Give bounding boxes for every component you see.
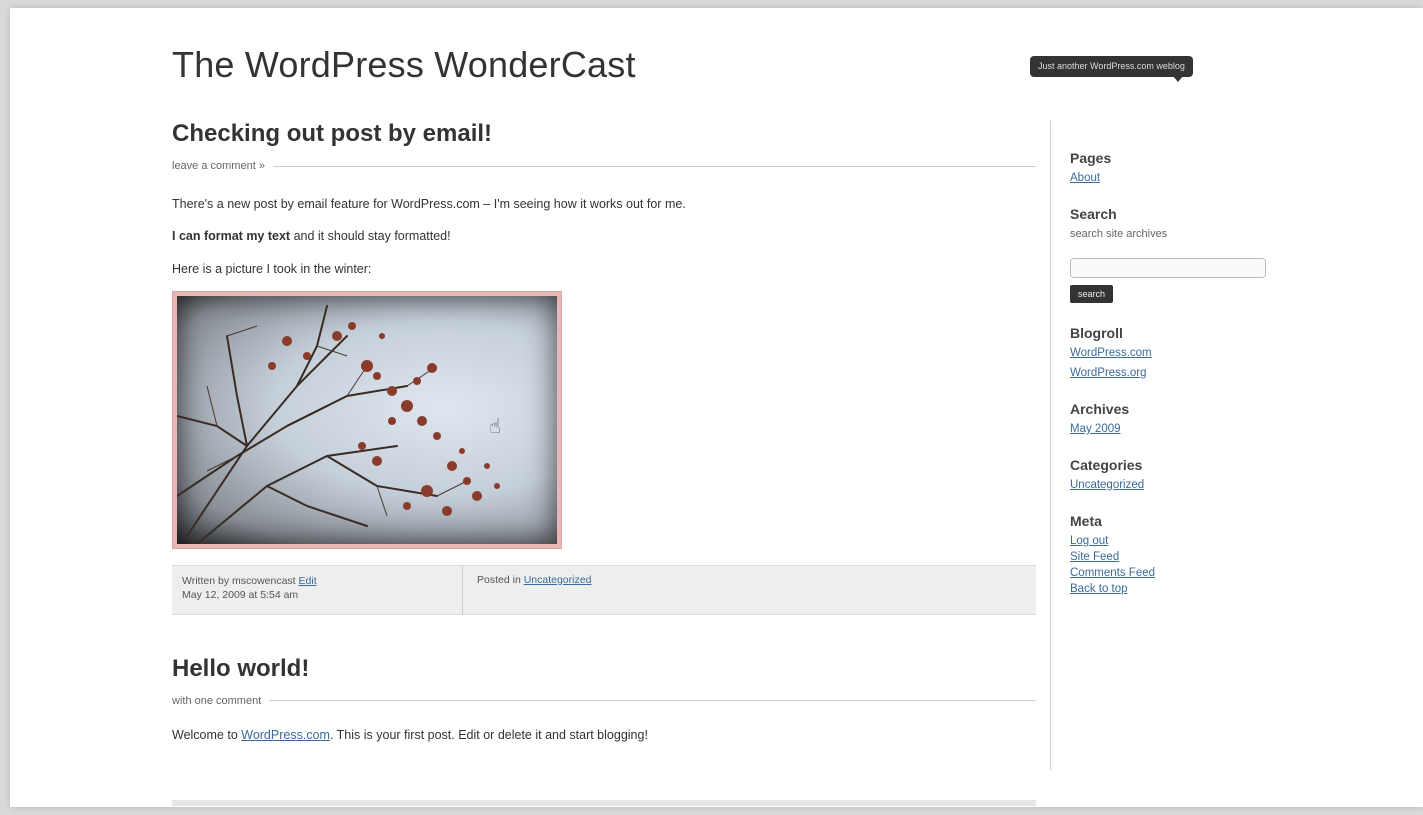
- post-body: There's a new post by email feature for …: [172, 196, 1036, 549]
- post-title[interactable]: Checking out post by email!: [172, 120, 1036, 148]
- meta-link-comments-feed[interactable]: Comments Feed: [1070, 567, 1155, 579]
- main-content: Checking out post by email! leave a comm…: [172, 120, 1036, 743]
- widget-heading: Pages: [1070, 150, 1112, 166]
- site-tagline: Just another WordPress.com weblog: [1030, 56, 1193, 82]
- blog-page: The WordPress WonderCast Just another Wo…: [10, 8, 1423, 807]
- post-paragraph: Here is a picture I took in the winter:: [172, 261, 372, 276]
- sidebar-divider: [1050, 120, 1051, 770]
- plain-text: and it should stay formatted!: [290, 229, 451, 244]
- body-text: Welcome to: [172, 727, 242, 742]
- blogroll-link[interactable]: WordPress.org: [1070, 367, 1146, 379]
- comment-link[interactable]: leave a comment »: [172, 160, 265, 172]
- post-paragraph-formatted: I can format my text and it should stay …: [172, 228, 1036, 244]
- bold-text: I can format my text: [172, 229, 291, 244]
- widget-categories: Categories Uncategorized: [1070, 457, 1290, 491]
- written-by: Written by mscowencast: [182, 574, 296, 587]
- post-footer-partial: [172, 800, 1036, 806]
- widget-archives: Archives May 2009: [1070, 401, 1290, 435]
- post-meta: leave a comment »: [172, 158, 1036, 174]
- widget-heading: Meta: [1070, 513, 1102, 529]
- post-paragraph: Welcome to WordPress.com. This is your f…: [172, 727, 1036, 743]
- post-body: Welcome to WordPress.com. This is your f…: [172, 727, 1036, 743]
- post-author-date: Written by mscowencast Edit May 12, 2009…: [172, 565, 463, 614]
- blogroll-link[interactable]: WordPress.com: [1070, 347, 1152, 359]
- search-description: search site archives: [1070, 228, 1168, 240]
- widget-meta: Meta Log out Site Feed Comments Feed Bac…: [1070, 513, 1290, 595]
- wordpress-link[interactable]: WordPress.com: [241, 728, 330, 742]
- sidebar: Pages About Search search site archives …: [1070, 150, 1290, 617]
- posted-in-label: Posted in: [477, 573, 521, 586]
- widget-pages: Pages About: [1070, 150, 1290, 184]
- search-input[interactable]: [1070, 258, 1266, 278]
- edit-link[interactable]: Edit: [299, 575, 317, 587]
- post-date: May 12, 2009 at 5:54 am: [182, 588, 299, 601]
- meta-link-site-feed[interactable]: Site Feed: [1070, 551, 1119, 563]
- post-email: Checking out post by email! leave a comm…: [172, 120, 1036, 615]
- site-title[interactable]: The WordPress WonderCast: [172, 44, 636, 86]
- archive-link[interactable]: May 2009: [1070, 423, 1121, 435]
- widget-heading: Blogroll: [1070, 325, 1123, 341]
- page-link-about[interactable]: About: [1070, 172, 1100, 184]
- post-footer: Written by mscowencast Edit May 12, 2009…: [172, 564, 1036, 615]
- winter-photo-frame[interactable]: ☝: [172, 290, 562, 549]
- widget-heading: Search: [1070, 206, 1117, 222]
- widget-heading: Categories: [1070, 457, 1143, 473]
- body-text: . This is your first post. Edit or delet…: [329, 727, 648, 742]
- comment-link[interactable]: with one comment: [172, 695, 261, 707]
- category-link[interactable]: Uncategorized: [1070, 479, 1144, 491]
- winter-photo[interactable]: ☝: [177, 295, 557, 544]
- post-title[interactable]: Hello world!: [172, 655, 1036, 683]
- post-hello-world: Hello world! with one comment Welcome to…: [172, 655, 1036, 743]
- post-category: Posted in Uncategorized: [463, 566, 605, 614]
- search-button[interactable]: search: [1070, 285, 1114, 303]
- meta-link-back-to-top[interactable]: Back to top: [1070, 583, 1128, 595]
- widget-blogroll: Blogroll WordPress.com WordPress.org: [1070, 325, 1290, 379]
- post-paragraph: There's a new post by email feature for …: [172, 197, 686, 211]
- widget-search: Search search site archives search: [1070, 206, 1290, 303]
- widget-heading: Archives: [1070, 401, 1130, 417]
- meta-link-logout[interactable]: Log out: [1070, 535, 1108, 547]
- category-link[interactable]: Uncategorized: [524, 574, 592, 586]
- divider: [272, 165, 1036, 167]
- hand-cursor-icon: ☝: [489, 415, 502, 438]
- divider: [269, 700, 1036, 702]
- post-meta: with one comment: [172, 693, 1036, 709]
